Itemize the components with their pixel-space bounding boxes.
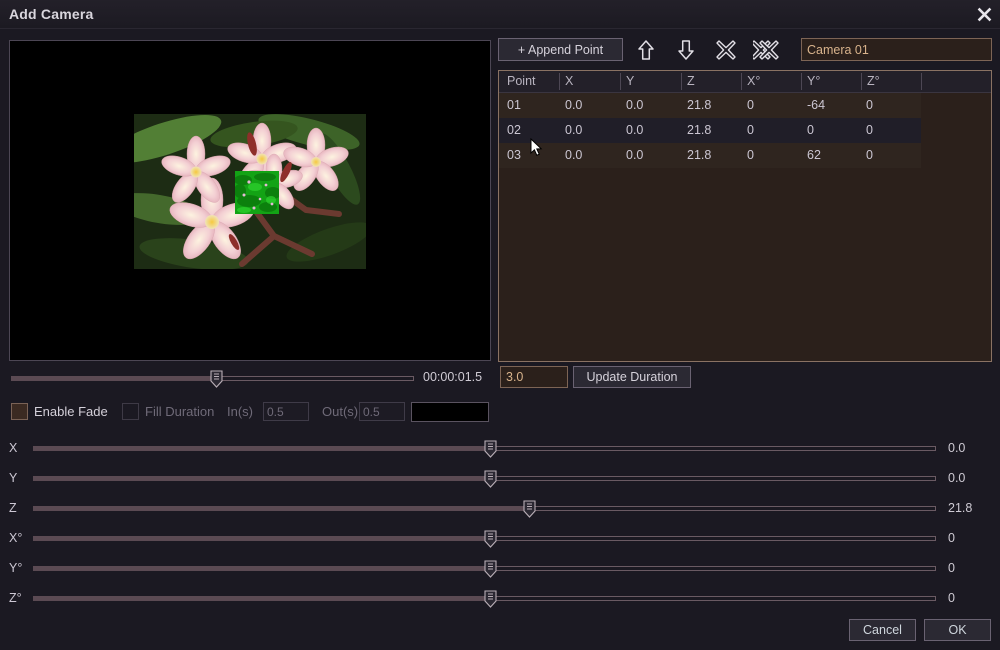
cell-point: 02 — [507, 123, 521, 137]
cell-y-deg: 62 — [807, 148, 821, 162]
axis-value-x: 0.0 — [948, 441, 966, 455]
cell-z: 21.8 — [687, 98, 712, 112]
fill-duration-label: Fill Duration — [145, 404, 215, 419]
camera-points-table[interactable]: Point X Y Z X° Y° Z° 01 0.0 0.0 21.8 0 -… — [498, 70, 992, 362]
enable-fade-label: Enable Fade — [34, 404, 108, 419]
column-header-x[interactable]: X — [560, 74, 573, 88]
preview-image — [134, 114, 366, 269]
cell-z-deg: 0 — [866, 98, 873, 112]
fade-out-input[interactable] — [359, 402, 405, 421]
cell-x: 0.0 — [565, 148, 583, 162]
cell-y: 0.0 — [626, 148, 644, 162]
axis-slider-z-deg: Z° 0 — [0, 588, 1000, 610]
timeline-handle[interactable] — [210, 370, 223, 388]
cell-x-deg: 0 — [747, 148, 754, 162]
axis-fill-x-deg — [33, 536, 490, 541]
timeline-fill — [11, 376, 217, 381]
axis-fill-y — [33, 476, 490, 481]
fade-color-swatch[interactable] — [411, 402, 489, 422]
update-duration-button[interactable]: Update Duration — [573, 366, 691, 388]
timeline-current-time: 00:00:01.5 — [423, 370, 483, 384]
axis-handle-x[interactable] — [484, 440, 497, 458]
add-camera-dialog: Add Camera 00:00:01.5 Enable Fade Fill D… — [0, 0, 1000, 650]
fill-duration-checkbox[interactable] — [122, 403, 139, 420]
cell-z-deg: 0 — [866, 123, 873, 137]
axis-fill-z-deg — [33, 596, 490, 601]
timeline-row: 00:00:01.5 — [0, 368, 492, 390]
close-icon[interactable] — [973, 4, 995, 24]
ok-button[interactable]: OK — [924, 619, 991, 641]
axis-slider-z: Z 21.8 — [0, 498, 1000, 520]
title-bar: Add Camera — [0, 0, 1000, 29]
axis-label-x-deg: X° — [9, 531, 23, 545]
cell-y: 0.0 — [626, 98, 644, 112]
column-header-y[interactable]: Y — [621, 74, 634, 88]
duration-input[interactable] — [500, 366, 568, 388]
arrow-up-icon[interactable] — [632, 36, 660, 64]
axis-fill-z — [33, 506, 529, 511]
camera-name-input[interactable] — [801, 38, 992, 61]
axis-label-z: Z — [9, 501, 17, 515]
axis-slider-x: X 0.0 — [0, 438, 1000, 460]
axis-handle-y[interactable] — [484, 470, 497, 488]
table-row[interactable]: 03 0.0 0.0 21.8 0 62 0 — [499, 143, 921, 168]
table-row[interactable]: 02 0.0 0.0 21.8 0 0 0 — [499, 118, 921, 143]
enable-fade-checkbox[interactable] — [11, 403, 28, 420]
delete-x-icon[interactable] — [712, 36, 740, 64]
cell-x-deg: 0 — [747, 123, 754, 137]
axis-slider-x-deg: X° 0 — [0, 528, 1000, 550]
cell-y-deg: 0 — [807, 123, 814, 137]
axis-handle-x-deg[interactable] — [484, 530, 497, 548]
axis-label-x: X — [9, 441, 18, 455]
table-row[interactable]: 01 0.0 0.0 21.8 0 -64 0 — [499, 93, 921, 118]
cell-point: 03 — [507, 148, 521, 162]
append-point-button[interactable]: + Append Point — [498, 38, 623, 61]
column-header-x-deg[interactable]: X° — [742, 74, 760, 88]
axis-label-z-deg: Z° — [9, 591, 22, 605]
axis-handle-z[interactable] — [523, 500, 536, 518]
column-header-z[interactable]: Z — [682, 74, 695, 88]
cell-point: 01 — [507, 98, 521, 112]
cell-z-deg: 0 — [866, 148, 873, 162]
arrow-down-icon[interactable] — [672, 36, 700, 64]
delete-all-xx-icon[interactable] — [752, 36, 780, 64]
axis-fill-y-deg — [33, 566, 490, 571]
cell-y: 0.0 — [626, 123, 644, 137]
column-header-point[interactable]: Point — [502, 74, 536, 88]
fade-in-input[interactable] — [263, 402, 309, 421]
axis-value-z: 21.8 — [948, 501, 973, 515]
point-toolbar: + Append Point — [498, 38, 992, 62]
preview-overlay-rect — [235, 171, 279, 214]
cell-z: 21.8 — [687, 148, 712, 162]
fade-in-label: In(s) — [227, 404, 253, 419]
column-divider — [921, 73, 922, 90]
axis-label-y-deg: Y° — [9, 561, 23, 575]
axis-value-x-deg: 0 — [948, 531, 955, 545]
axis-value-y: 0.0 — [948, 471, 966, 485]
column-header-z-deg[interactable]: Z° — [862, 74, 880, 88]
axis-slider-y-deg: Y° 0 — [0, 558, 1000, 580]
cell-z: 21.8 — [687, 123, 712, 137]
axis-value-z-deg: 0 — [948, 591, 955, 605]
axis-fill-x — [33, 446, 490, 451]
axis-value-y-deg: 0 — [948, 561, 955, 575]
axis-slider-y: Y 0.0 — [0, 468, 1000, 490]
axis-label-y: Y — [9, 471, 18, 485]
camera-preview-panel[interactable] — [9, 40, 491, 361]
axis-handle-z-deg[interactable] — [484, 590, 497, 608]
cancel-button[interactable]: Cancel — [849, 619, 916, 641]
page-title: Add Camera — [9, 6, 94, 22]
fade-options-row: Enable Fade Fill Duration In(s) Out(s) — [0, 402, 492, 422]
cell-x: 0.0 — [565, 123, 583, 137]
cell-x: 0.0 — [565, 98, 583, 112]
column-header-y-deg[interactable]: Y° — [802, 74, 820, 88]
axis-handle-y-deg[interactable] — [484, 560, 497, 578]
table-header-row: Point X Y Z X° Y° Z° — [499, 71, 991, 93]
cell-y-deg: -64 — [807, 98, 826, 112]
cell-x-deg: 0 — [747, 98, 754, 112]
fade-out-label: Out(s) — [322, 404, 359, 419]
